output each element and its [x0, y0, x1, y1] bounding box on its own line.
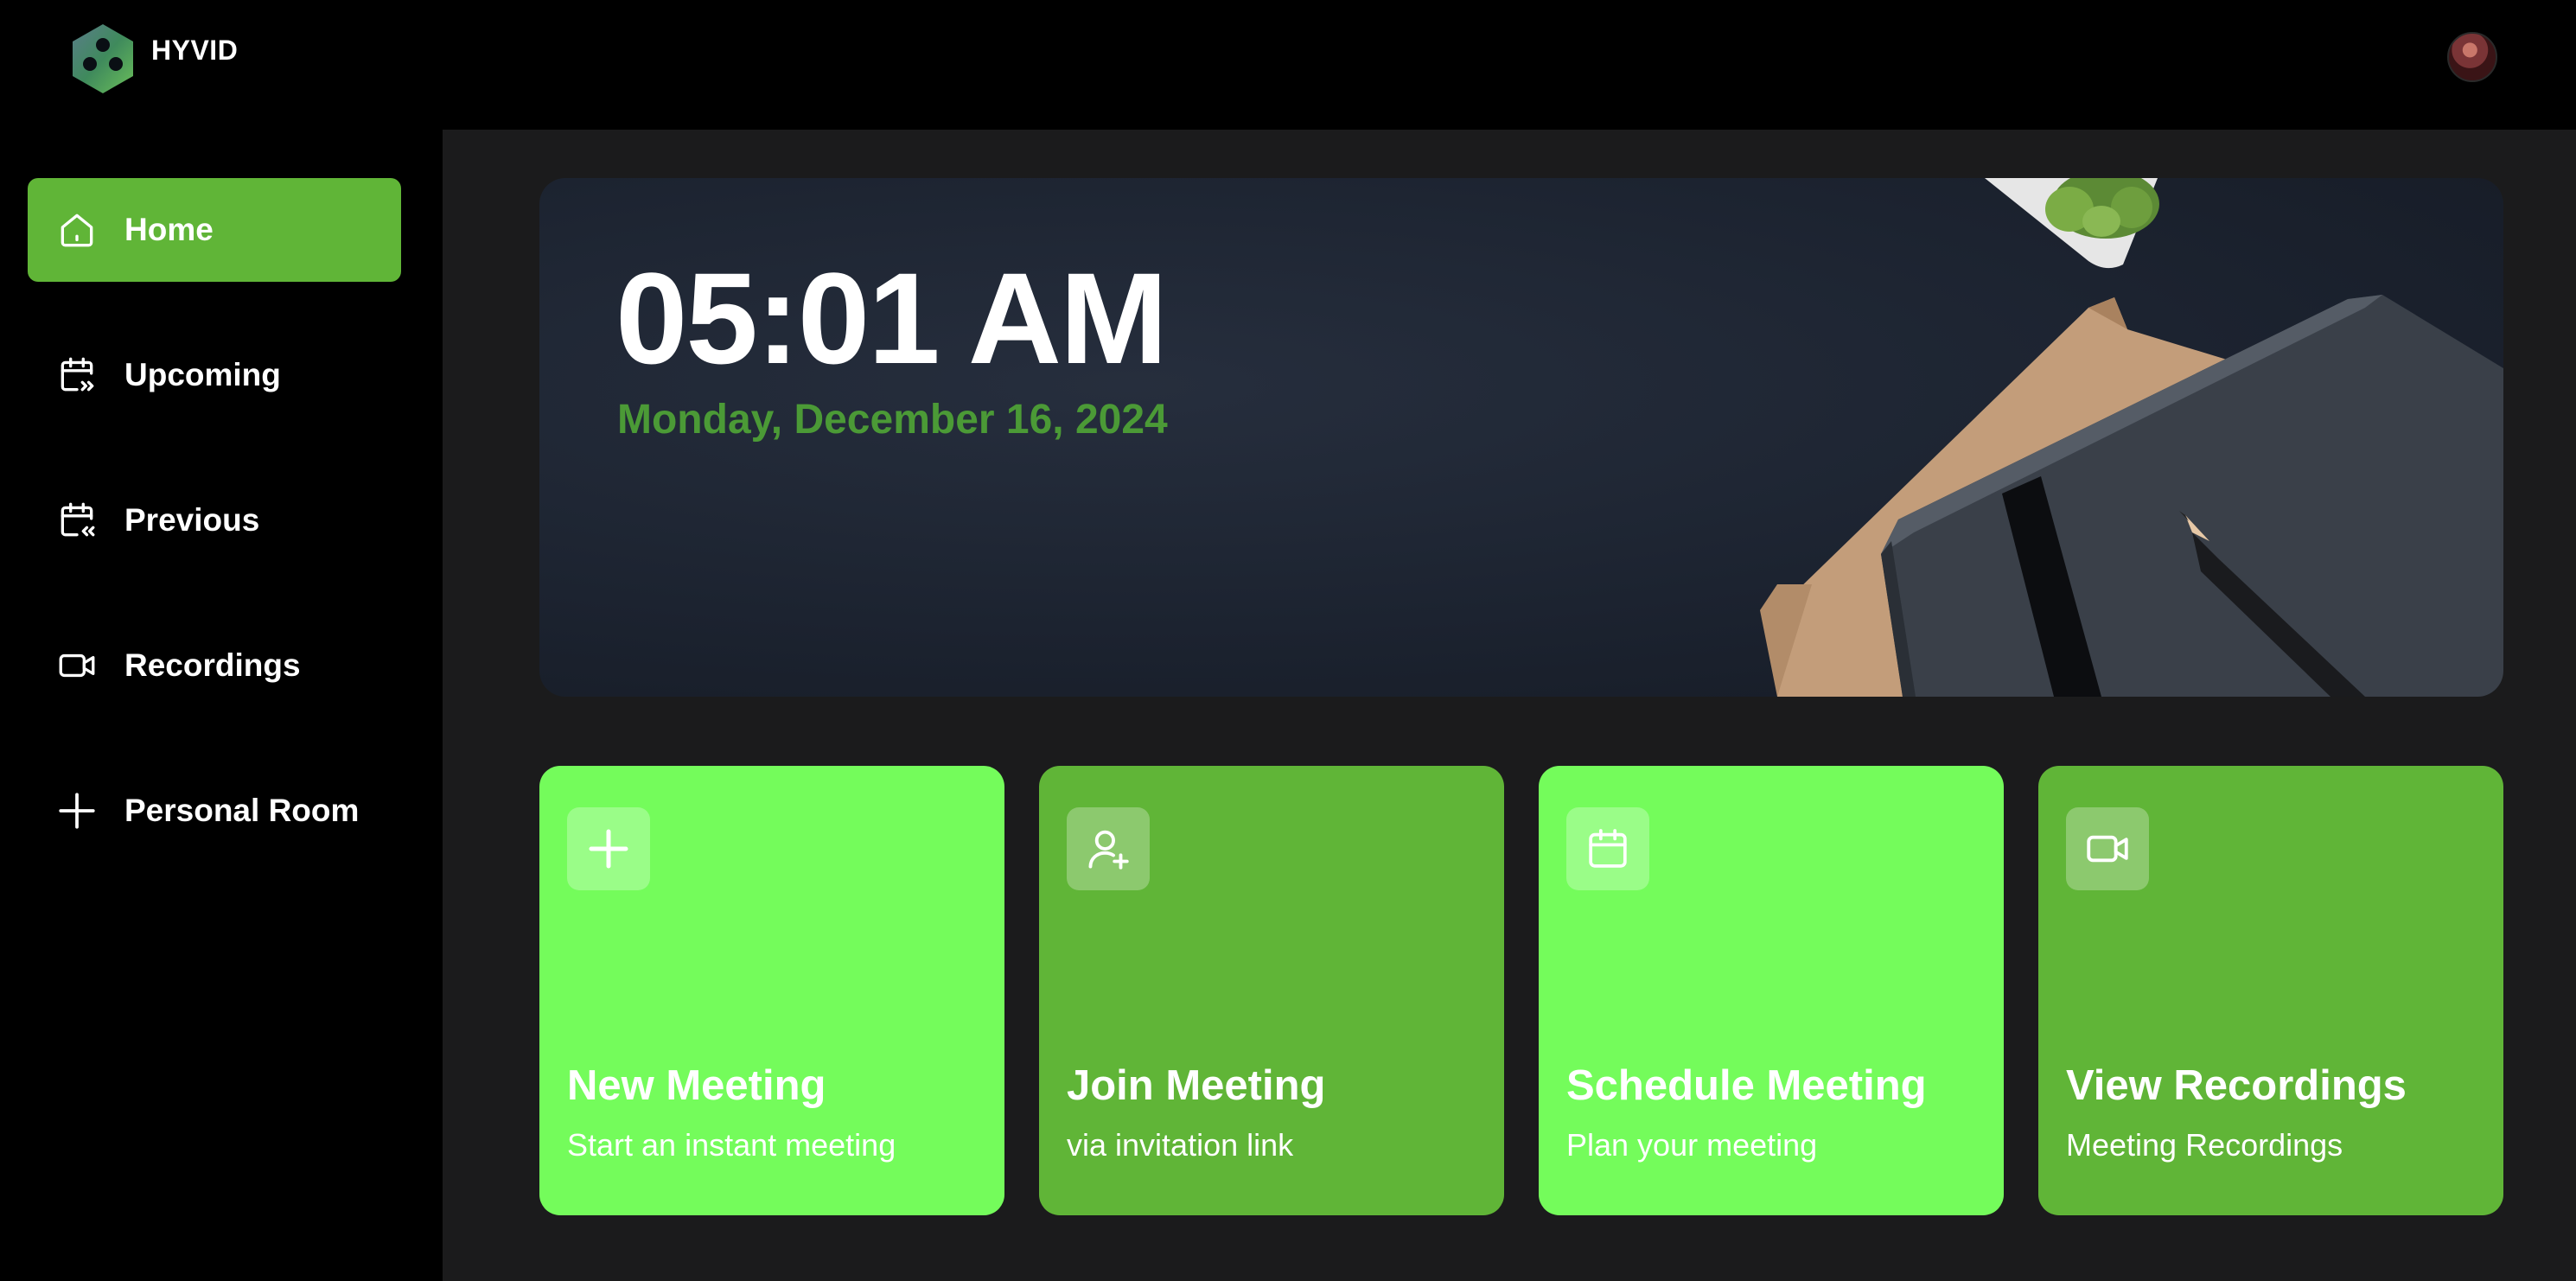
join-meeting-card[interactable]: Join Meeting via invitation link: [1039, 766, 1504, 1215]
hero-banner: 05:01 AM Monday, December 16, 2024: [539, 178, 2503, 697]
desk-illustration: [1760, 178, 2503, 697]
video-icon: [2087, 835, 2128, 863]
sidebar-item-previous[interactable]: Previous: [28, 468, 401, 572]
calendar-icon: [1589, 829, 1627, 868]
plus-icon: [54, 787, 100, 834]
plus-icon: [589, 829, 628, 869]
video-icon: [54, 642, 100, 689]
plant-pot: [1985, 178, 2159, 269]
new-meeting-card[interactable]: New Meeting Start an instant meeting: [539, 766, 1004, 1215]
sidebar: Home Upcoming Previous Recordings Person…: [0, 130, 443, 1281]
sidebar-item-label: Personal Room: [124, 793, 360, 828]
top-bar: HYVID: [0, 0, 2576, 130]
card-subtitle: Meeting Recordings: [2066, 1127, 2343, 1163]
home-icon: [54, 207, 100, 253]
sidebar-item-personal-room[interactable]: Personal Room: [28, 759, 401, 863]
card-title: New Meeting: [567, 1062, 826, 1109]
card-subtitle: via invitation link: [1067, 1127, 1294, 1163]
card-icon-box: [2066, 807, 2149, 890]
current-time: 05:01 AM: [615, 245, 1168, 391]
sidebar-item-label: Recordings: [124, 647, 301, 683]
brand-name[interactable]: HYVID: [151, 35, 238, 67]
avatar[interactable]: [2447, 32, 2497, 82]
card-icon-box: [1566, 807, 1649, 890]
sidebar-item-label: Home: [124, 212, 214, 247]
sidebar-item-recordings[interactable]: Recordings: [28, 614, 401, 717]
user-add-icon: [1088, 830, 1129, 870]
calendar-forward-icon: [54, 352, 100, 398]
sidebar-item-label: Previous: [124, 502, 260, 538]
card-icon-box: [567, 807, 650, 890]
sidebar-item-upcoming[interactable]: Upcoming: [28, 323, 401, 427]
schedule-meeting-card[interactable]: Schedule Meeting Plan your meeting: [1539, 766, 2004, 1215]
main-content: 05:01 AM Monday, December 16, 2024 New M…: [443, 130, 2576, 1281]
card-title: Schedule Meeting: [1566, 1062, 1927, 1109]
sidebar-item-label: Upcoming: [124, 357, 281, 392]
current-date: Monday, December 16, 2024: [617, 397, 1168, 443]
sidebar-item-home[interactable]: Home: [28, 178, 401, 282]
card-title: Join Meeting: [1067, 1062, 1326, 1109]
calendar-back-icon: [54, 497, 100, 544]
card-subtitle: Start an instant meeting: [567, 1127, 896, 1163]
card-icon-box: [1067, 807, 1150, 890]
card-title: View Recordings: [2066, 1062, 2407, 1109]
view-recordings-card[interactable]: View Recordings Meeting Recordings: [2038, 766, 2503, 1215]
logo-icon[interactable]: [69, 22, 137, 95]
card-subtitle: Plan your meeting: [1566, 1127, 1818, 1163]
